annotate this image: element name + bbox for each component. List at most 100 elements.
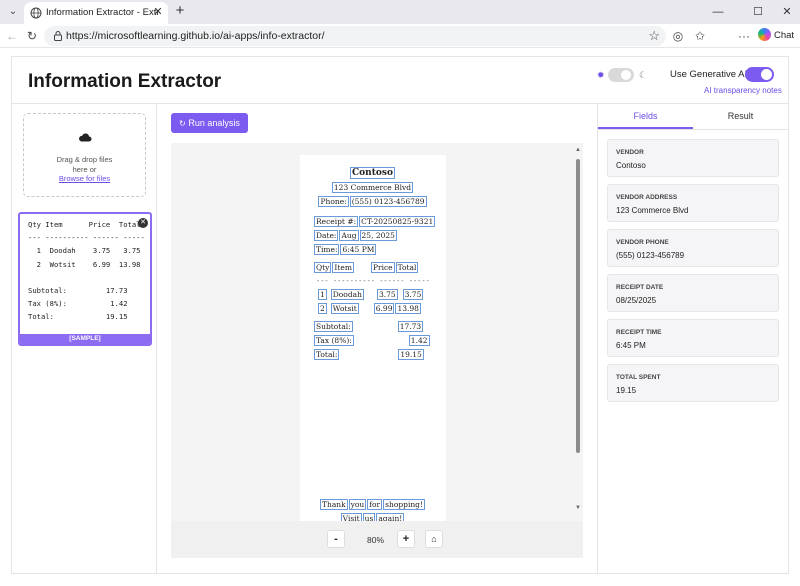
back-arrow-icon[interactable]: ← (4, 28, 20, 44)
cloud-upload-icon (79, 133, 92, 142)
viewer-scrollbar[interactable]: ▲ ▼ (573, 143, 583, 521)
field-label: VENDOR PHONE (616, 239, 669, 246)
ocr-box: 17.73 (397, 321, 424, 332)
ocr-box: Receipt #: (314, 216, 359, 227)
zoom-in-button[interactable]: + (397, 530, 415, 548)
browser-tab[interactable]: Information Extractor - Extract data ✕ (24, 2, 168, 24)
ocr-box: 123 Commerce Blvd (331, 182, 414, 193)
ocr-box: Subtotal: (314, 321, 353, 332)
field-label: VENDOR (616, 149, 644, 156)
receipt-item-row: 1 Doodah 3.75 3.75 (318, 289, 464, 300)
new-tab-icon[interactable]: + (172, 3, 188, 19)
copilot-chat-button[interactable]: Chat (758, 27, 796, 45)
receipt-line-time: Time: 6:45 PM (314, 244, 460, 255)
browser-essentials-icon[interactable]: ◎ (670, 28, 686, 44)
ocr-box: for (367, 499, 383, 510)
tab-fields[interactable]: Fields (598, 104, 693, 129)
field-label: VENDOR ADDRESS (616, 194, 678, 201)
generative-ai-toggle-knob (761, 69, 772, 80)
url-text: https://microsoftlearning.github.io/ai-a… (66, 30, 325, 42)
address-bar[interactable]: https://microsoftlearning.github.io/ai-a… (44, 26, 666, 46)
scrollbar-thumb[interactable] (576, 159, 580, 453)
ocr-box: Contoso (350, 167, 395, 179)
field-value: 6:45 PM (616, 341, 646, 350)
ocr-box: shopping! (383, 499, 425, 510)
more-menu-icon[interactable]: ··· (736, 28, 752, 44)
tab-list-chevron-icon[interactable]: ⌄ (6, 5, 20, 19)
copilot-icon (758, 28, 771, 41)
receipt-line-number: Receipt #: CT-20250825-9321 (314, 216, 460, 227)
document-viewer[interactable]: Contoso 123 Commerce Blvd Phone: (555) 01… (171, 143, 583, 521)
favorite-star-icon[interactable]: ☆ (648, 28, 660, 44)
receipt-divider: --- ---------- ------ ----- (316, 277, 430, 285)
app-header: Information Extractor ✹ ☾ Use Generative… (12, 57, 788, 104)
ocr-box: Doodah (330, 289, 364, 300)
ocr-box: Item (332, 262, 354, 273)
field-value: (555) 0123-456789 (616, 251, 685, 260)
receipt-line-address: 123 Commerce Blvd (300, 182, 446, 193)
field-card-vendor: VENDOR Contoso (607, 139, 779, 177)
ocr-box: us (362, 513, 376, 521)
sun-icon: ✹ (597, 70, 605, 80)
field-card-total-spent: TOTAL SPENT 19.15 (607, 364, 779, 402)
reload-icon[interactable]: ↻ (24, 28, 40, 44)
thumbnail-receipt-text: Qty Item Price Total --- ---------- ----… (28, 220, 145, 322)
window-close-icon[interactable]: ✕ (779, 4, 795, 20)
field-card-vendor-phone: VENDOR PHONE (555) 0123-456789 (607, 229, 779, 267)
ocr-box: Wotsit (330, 303, 359, 314)
chat-label: Chat (774, 30, 795, 41)
maximize-icon[interactable]: ☐ (750, 4, 766, 20)
moon-icon: ☾ (639, 70, 648, 80)
drag-drop-text: Drag & drop files here or (56, 155, 113, 174)
sample-badge: [SAMPLE] (20, 334, 150, 344)
field-value: Contoso (616, 161, 646, 170)
receipt-line-total: Total: 19.15 (314, 349, 460, 360)
globe-icon (30, 7, 42, 19)
field-card-receipt-date: RECEIPT DATE 08/25/2025 (607, 274, 779, 312)
browser-nav-bar: ← ↻ https://microsoftlearning.github.io/… (0, 24, 800, 48)
ocr-box: Aug (339, 230, 359, 241)
generative-ai-toggle[interactable] (745, 67, 774, 82)
site-info-icon[interactable] (52, 30, 64, 42)
browser-tab-strip: ⌄ Information Extractor - Extract data ✕… (0, 0, 800, 24)
remove-file-icon[interactable]: ✕ (138, 218, 148, 228)
theme-toggle-track[interactable] (608, 68, 634, 82)
run-icon: ↻ (179, 119, 186, 128)
ocr-box: Tax (8%): (314, 335, 354, 346)
results-panel: Fields Result VENDOR Contoso VENDOR ADDRE… (597, 104, 788, 573)
zoom-level: 80% (367, 535, 385, 545)
ocr-box: Price (370, 262, 395, 273)
field-value: 123 Commerce Blvd (616, 206, 689, 215)
ocr-box: 6.99 (373, 303, 395, 314)
ocr-box: CT-20250825-9321 (359, 216, 436, 227)
browse-files-link[interactable]: Browse for files (24, 174, 145, 183)
field-card-receipt-time: RECEIPT TIME 6:45 PM (607, 319, 779, 357)
tabs-divider (598, 129, 788, 130)
ocr-box: 3.75 (376, 289, 398, 300)
minimize-icon[interactable]: — (710, 4, 726, 20)
theme-toggle[interactable]: ✹ ☾ (597, 68, 647, 82)
sample-receipt-thumbnail[interactable]: Qty Item Price Total --- ---------- ----… (18, 212, 152, 346)
ocr-box: 6:45 PM (340, 244, 377, 255)
document-viewer-panel: ↻ Run analysis Contoso 123 Commerce Blvd… (158, 104, 597, 573)
scroll-down-icon[interactable]: ▼ (575, 505, 581, 511)
receipt-line-thanks: Thank you for shopping! (300, 499, 446, 510)
receipt-document: Contoso 123 Commerce Blvd Phone: (555) 01… (300, 155, 446, 521)
receipt-line-visit: Visit us again! (300, 513, 446, 521)
file-dropzone[interactable]: Drag & drop files here or Browse for fil… (23, 113, 146, 197)
ocr-box: 2 (318, 303, 327, 314)
run-analysis-button[interactable]: ↻ Run analysis (171, 113, 248, 133)
ocr-box: Total (395, 262, 419, 273)
ai-transparency-notes-link[interactable]: AI transparency notes (704, 86, 782, 95)
scroll-up-icon[interactable]: ▲ (575, 147, 581, 153)
house-icon: ⌂ (431, 534, 437, 544)
field-value: 08/25/2025 (616, 296, 657, 305)
reset-zoom-button[interactable]: ⌂ (425, 530, 443, 548)
receipt-line-subtotal: Subtotal: 17.73 (314, 321, 460, 332)
tab-close-icon[interactable]: ✕ (152, 6, 164, 18)
app-window: Information Extractor ✹ ☾ Use Generative… (11, 56, 789, 574)
tab-result[interactable]: Result (693, 104, 788, 129)
receipt-item-row: 2 Wotsit 6.99 13.98 (318, 303, 464, 314)
favorites-icon[interactable]: ✩ (692, 28, 708, 44)
zoom-out-button[interactable]: - (327, 530, 345, 548)
